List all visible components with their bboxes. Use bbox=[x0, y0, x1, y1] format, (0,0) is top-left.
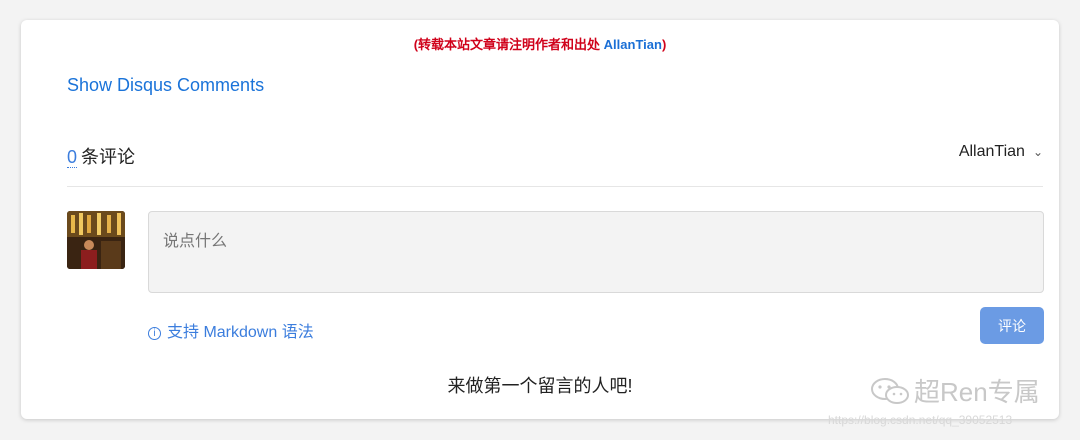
repost-notice-suffix: ) bbox=[661, 37, 667, 52]
comment-count-number[interactable]: 0 bbox=[67, 147, 78, 168]
watermark: 超Ren专属 bbox=[870, 372, 1040, 413]
wechat-icon bbox=[870, 376, 910, 413]
disqus-comment-panel: (转载本站文章请注明作者和出处 AllanTian) Show Disqus C… bbox=[21, 20, 1059, 419]
comment-count-label: 条评论 bbox=[81, 147, 136, 167]
user-menu-name: AllanTian bbox=[958, 143, 1025, 160]
repost-notice-text: (转载本站文章请注明作者和出处 bbox=[413, 37, 604, 52]
markdown-hint-label: 支持 Markdown 语法 bbox=[167, 324, 314, 341]
avatar bbox=[67, 211, 125, 269]
chevron-down-icon: ⌄ bbox=[1032, 145, 1043, 159]
comment-count: 0 条评论 bbox=[67, 143, 135, 169]
repost-notice: (转载本站文章请注明作者和出处 AllanTian) bbox=[21, 34, 1059, 53]
watermark-url: https://blog.csdn.net/qq_39052513 bbox=[828, 413, 1013, 427]
submit-comment-button[interactable]: 评论 bbox=[980, 307, 1044, 344]
markdown-hint[interactable]: i 支持 Markdown 语法 bbox=[148, 318, 314, 342]
info-icon: i bbox=[148, 327, 161, 340]
watermark-text: 超Ren专属 bbox=[914, 377, 1040, 407]
show-disqus-comments-link[interactable]: Show Disqus Comments bbox=[67, 75, 264, 96]
comment-input[interactable] bbox=[148, 211, 1044, 293]
user-menu-dropdown[interactable]: AllanTian ⌄ bbox=[959, 143, 1043, 161]
repost-notice-author[interactable]: AllanTian bbox=[604, 37, 662, 52]
divider bbox=[67, 186, 1043, 187]
